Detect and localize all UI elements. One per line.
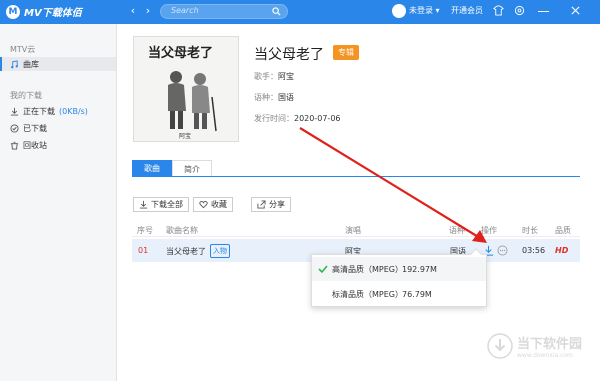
header-duration: 时长 <box>522 226 538 235</box>
sidebar-item-label: 回收站 <box>23 140 47 150</box>
tab-intro[interactable]: 简介 <box>172 160 212 177</box>
tab-songs[interactable]: 歌曲 <box>132 160 172 177</box>
trash-icon <box>10 141 19 150</box>
row-duration: 03:56 <box>522 246 546 255</box>
header-quality: 品质 <box>555 226 571 235</box>
search-icon[interactable] <box>272 7 281 16</box>
quality-popup: 高清品质（MPEG） 192.97M 标清品质（MPEG） 76.79M <box>311 248 487 307</box>
music-note-icon <box>11 59 18 68</box>
watermark-text: 当下软件园 www.downxia.com <box>517 337 583 359</box>
forward-arrow-icon[interactable]: › <box>141 4 155 18</box>
check-icon <box>318 265 328 274</box>
quality-size: 192.97M <box>402 264 437 274</box>
sidebar-item-library[interactable]: 曲库 <box>0 57 116 71</box>
album-cover-illustration: 当父母老了 阿宝 <box>134 37 238 141</box>
album-date: 发行时间：2020-07-06 <box>254 114 341 123</box>
app-title: MV下载体佰 <box>24 8 82 19</box>
sidebar: MTV云 曲库 我的下载 正在下载 (0KB/s) 已下载 回收站 <box>0 24 117 381</box>
download-all-button[interactable]: 下载全部 <box>133 197 189 212</box>
quality-option-sd[interactable]: 标清品质（MPEG） 76.79M <box>312 282 486 306</box>
album-language: 语种：国语 <box>254 93 294 102</box>
app-logo: M MV下载体佰 <box>6 4 82 19</box>
tab-underline <box>132 176 580 177</box>
row-song-name[interactable]: 当父母老了 <box>166 246 206 257</box>
header-language: 语种 <box>449 226 465 235</box>
back-arrow-icon[interactable]: ‹ <box>126 4 140 18</box>
download-icon <box>10 107 19 116</box>
close-icon[interactable] <box>570 5 581 16</box>
sidebar-section-downloads: 我的下载 <box>10 91 42 100</box>
vip-link[interactable]: 开通会员 <box>451 5 483 16</box>
sidebar-item-recycle[interactable]: 回收站 <box>0 138 116 152</box>
share-button[interactable]: 分享 <box>251 197 291 212</box>
hd-badge: HD <box>555 246 569 255</box>
header-ops: 操作 <box>481 226 497 235</box>
check-circle-icon <box>10 123 19 133</box>
svg-text:阿宝: 阿宝 <box>179 132 191 140</box>
sidebar-item-label: 曲库 <box>23 59 39 69</box>
watermark-logo-icon <box>487 333 513 359</box>
quality-label: 标清品质（MPEG） <box>332 289 403 299</box>
search-input[interactable]: Search <box>160 4 288 19</box>
watermark: 当下软件园 www.downxia.com <box>487 333 582 359</box>
title-bar: M MV下载体佰 ‹ › Search 未登录 ▾ 开通会员 <box>0 0 600 24</box>
sidebar-item-label: 已下载 <box>23 123 47 133</box>
login-link[interactable]: 未登录 ▾ <box>409 5 440 16</box>
sidebar-item-downloaded[interactable]: 已下载 <box>0 121 116 135</box>
minimize-icon[interactable] <box>538 5 549 12</box>
download-speed: (0KB/s) <box>59 106 88 116</box>
header-index: 序号 <box>137 226 153 235</box>
quality-size: 76.79M <box>402 289 432 299</box>
more-icon[interactable] <box>497 245 508 256</box>
album-title: 当父母老了 <box>254 47 324 63</box>
avatar[interactable] <box>392 4 406 18</box>
gear-icon[interactable] <box>514 5 525 16</box>
song-table-header: 序号 歌曲名称 演唱 语种 操作 时长 品质 <box>132 222 580 237</box>
row-index: 01 <box>138 246 149 255</box>
sidebar-item-downloading[interactable]: 正在下载 (0KB/s) <box>0 104 116 118</box>
share-icon <box>257 200 266 209</box>
quality-label: 高清品质（MPEG） <box>332 264 403 274</box>
mv-tag[interactable]: 入物 <box>210 244 230 258</box>
album-singer: 歌手：阿宝 <box>254 72 294 81</box>
collect-button[interactable]: 收藏 <box>193 197 233 212</box>
heart-icon <box>199 200 208 209</box>
sidebar-section-mtv: MTV云 <box>10 45 36 54</box>
header-name: 歌曲名称 <box>166 226 198 235</box>
svg-text:当父母老了: 当父母老了 <box>148 45 213 61</box>
shirt-icon[interactable] <box>493 5 504 16</box>
album-badge: 专辑 <box>333 45 359 60</box>
logo-badge: M <box>6 4 20 19</box>
download-icon <box>139 200 148 209</box>
search-placeholder: Search <box>171 6 199 15</box>
header-singer: 演唱 <box>345 226 361 235</box>
album-cover: 当父母老了 阿宝 <box>133 36 239 142</box>
sidebar-item-label: 正在下载 <box>23 106 55 116</box>
quality-option-hd[interactable]: 高清品质（MPEG） 192.97M <box>312 257 486 281</box>
